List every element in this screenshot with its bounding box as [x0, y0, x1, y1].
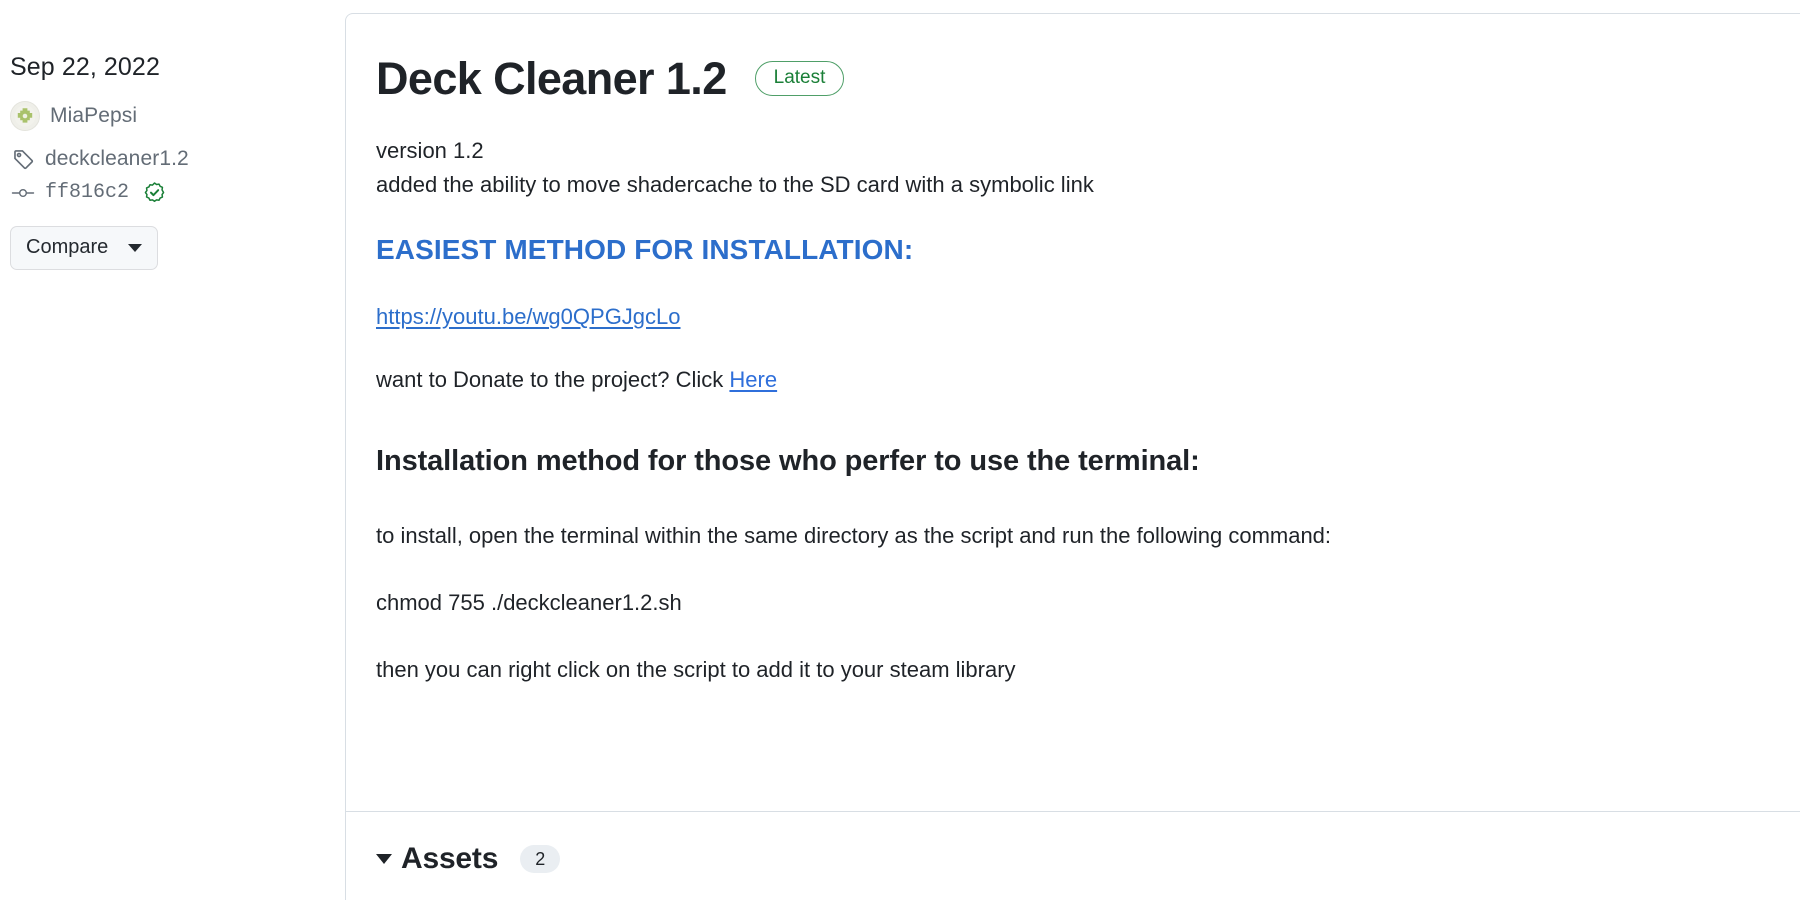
final-note: then you can right click on the script t…	[376, 657, 1016, 683]
changelog-line: added the ability to move shadercache to…	[376, 171, 1094, 197]
status-badge-latest: Latest	[754, 61, 845, 97]
release-author[interactable]: MiaPepsi	[10, 101, 340, 132]
heading-easiest-method: EASIEST METHOD FOR INSTALLATION:	[376, 233, 914, 265]
release-commit[interactable]: ff816c2	[10, 181, 340, 204]
author-name[interactable]: MiaPepsi	[50, 104, 137, 128]
compare-button-label: Compare	[26, 236, 109, 259]
video-url-paragraph: https://youtu.be/wg0QPGJgcLo	[376, 300, 1774, 333]
install-instructions: to install, open the terminal within the…	[376, 522, 1332, 548]
release-meta-sidebar: Sep 22, 2022 MiaPepsi deckcleaner1.2 ff8…	[0, 0, 340, 271]
verified-check-icon	[144, 182, 165, 203]
heading-terminal-method: Installation method for those who perfer…	[376, 445, 1200, 478]
release-page: Sep 22, 2022 MiaPepsi deckcleaner1.2 ff8…	[0, 0, 1800, 900]
release-date: Sep 22, 2022	[10, 53, 160, 81]
donate-text: want to Donate to the project? Click	[376, 367, 730, 393]
video-url-link[interactable]: https://youtu.be/wg0QPGJgcLo	[376, 304, 681, 329]
commit-sha[interactable]: ff816c2	[45, 181, 129, 204]
release-title-row: Deck Cleaner 1.2 Latest	[376, 54, 1774, 104]
chevron-down-icon	[128, 243, 143, 252]
compare-button[interactable]: Compare	[10, 226, 159, 271]
donate-link[interactable]: Here	[729, 367, 777, 392]
triangle-down-icon	[376, 854, 392, 864]
assets-section-header: Assets 2	[376, 842, 561, 876]
release-content-panel: Deck Cleaner 1.2 Latest version 1.2 adde…	[345, 13, 1800, 900]
release-tag[interactable]: deckcleaner1.2	[10, 147, 340, 171]
assets-count-badge: 2	[520, 845, 561, 873]
commit-icon	[10, 185, 36, 201]
assets-toggle[interactable]: Assets	[376, 842, 498, 876]
avatar[interactable]	[10, 101, 40, 132]
release-body: Deck Cleaner 1.2 Latest version 1.2 adde…	[346, 14, 1800, 687]
version-line: version 1.2	[376, 137, 484, 163]
assets-divider	[346, 811, 1800, 812]
tag-icon	[10, 149, 36, 170]
assets-label: Assets	[401, 842, 499, 875]
page-title: Deck Cleaner 1.2	[376, 53, 727, 104]
tag-name[interactable]: deckcleaner1.2	[45, 147, 189, 171]
chmod-command: chmod 755 ./deckcleaner1.2.sh	[376, 589, 682, 615]
donate-paragraph: want to Donate to the project? Click Her…	[376, 363, 1774, 397]
